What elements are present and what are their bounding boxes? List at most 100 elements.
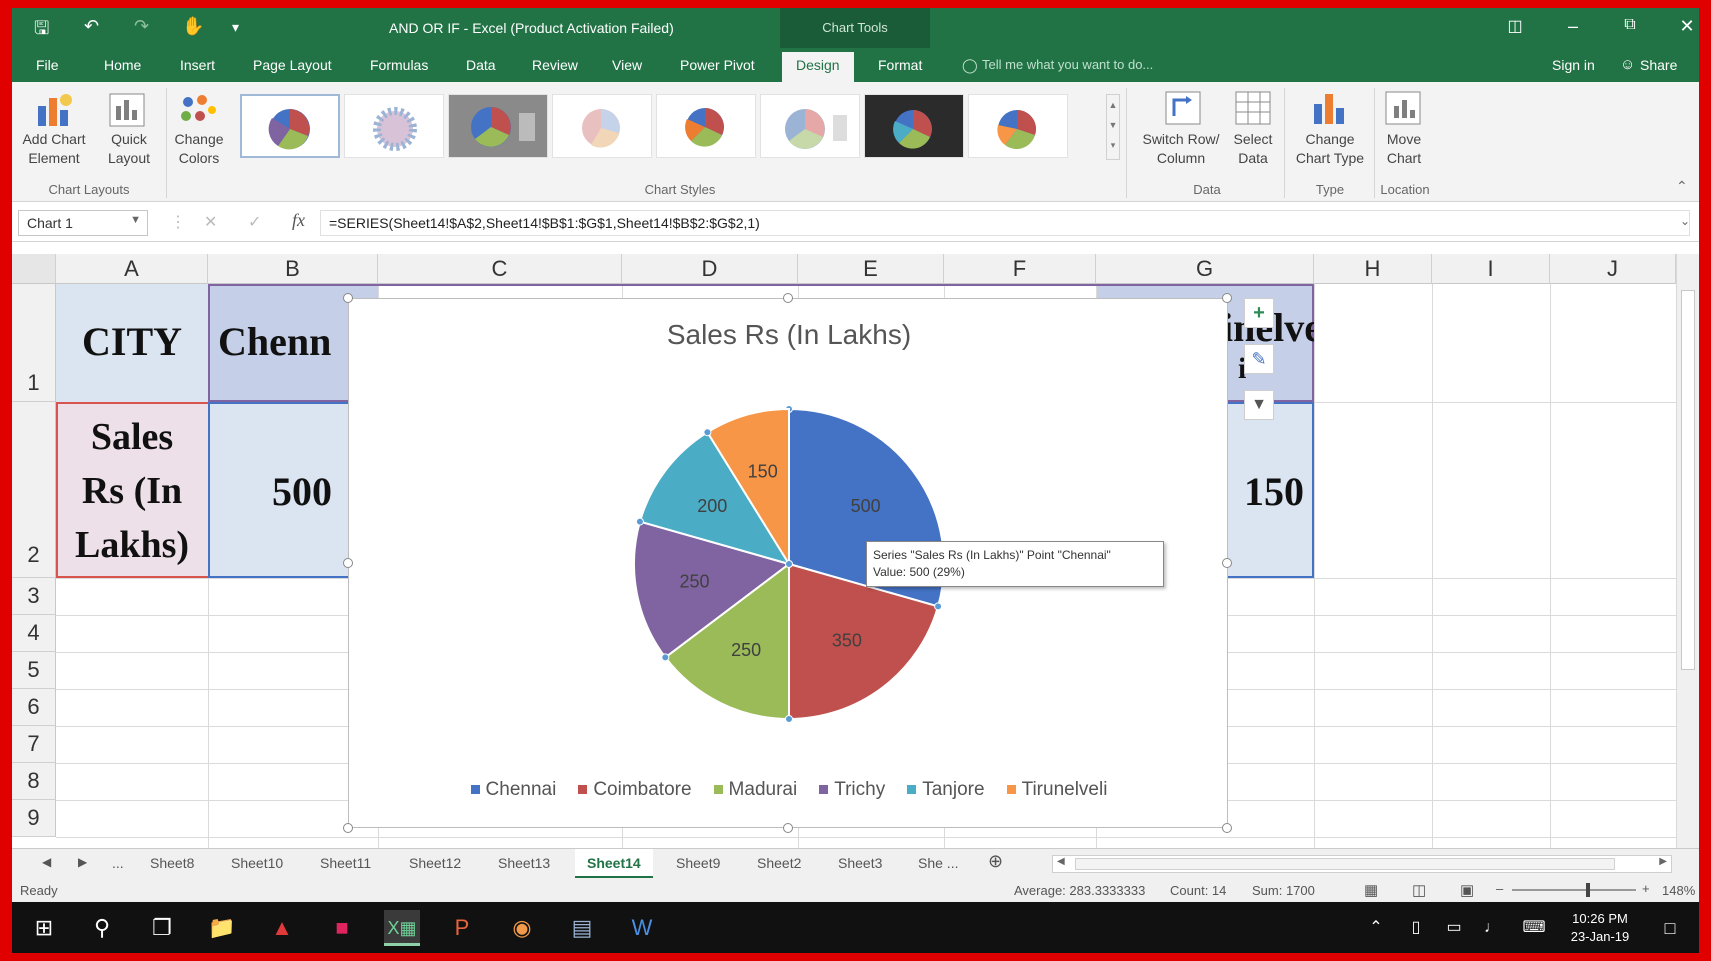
tab-format[interactable]: Format [878,57,922,73]
sheet-tab-ellipsis[interactable]: ... [112,855,124,871]
tab-view[interactable]: View [612,57,642,73]
redo-icon[interactable]: ↷ [134,16,149,37]
resize-handle[interactable] [1222,558,1232,568]
powerpoint-icon[interactable]: P [444,910,480,946]
data-label-coimbatore[interactable]: 350 [832,631,862,651]
switch-row-column-button[interactable]: Switch Row/ Column [1132,130,1230,168]
new-sheet-plus-icon[interactable]: ⊕ [988,851,1003,872]
resize-handle[interactable] [783,293,793,303]
sheet-tab-active[interactable]: Sheet14 [575,849,653,879]
search-icon[interactable]: ⚲ [84,910,120,946]
app-icon[interactable]: ■ [324,910,360,946]
sheet-tab[interactable]: Sheet10 [231,855,283,871]
row-header-1[interactable]: 1 [12,284,56,402]
cell-a2[interactable]: Sales Rs (In Lakhs) [56,410,208,572]
resize-handle[interactable] [343,558,353,568]
windows-start-icon[interactable]: ⊞ [26,910,62,946]
chart-styles-scroll[interactable]: ▲ ▼ ▾ [1106,94,1120,160]
tab-design[interactable]: Design [782,52,854,82]
chart-legend[interactable]: Chennai Coimbatore Madurai Trichy Tanjore Tir… [349,779,1229,801]
move-chart-button[interactable]: Move Chart [1376,130,1432,168]
row-header-8[interactable]: 8 [12,763,56,800]
show-hidden-icons-icon[interactable]: ⌃ [1358,910,1394,946]
vertical-scrollbar[interactable] [1676,254,1699,848]
resize-handle[interactable] [1222,823,1232,833]
column-header-g[interactable]: G [1096,254,1314,284]
change-chart-type-button[interactable]: Change Chart Type [1288,130,1372,168]
row-header-5[interactable]: 5 [12,652,56,689]
sheet-tab[interactable]: Sheet2 [757,855,801,871]
zoom-out-icon[interactable]: – [1496,881,1503,896]
collapse-ribbon-icon[interactable]: ⌃ [1676,178,1688,195]
undo-icon[interactable]: ↶ [84,16,99,37]
sheet-tab[interactable]: Sheet8 [150,855,194,871]
legend-item-tanjore[interactable]: Tanjore [907,779,985,801]
chart-style-1[interactable] [240,94,340,158]
sheet-tab[interactable]: Sheet3 [838,855,882,871]
minimize-icon[interactable]: – [1558,16,1588,37]
zoom-slider[interactable] [1512,883,1636,897]
page-break-view-icon[interactable]: ▣ [1460,881,1474,899]
chart-style-8[interactable] [968,94,1068,158]
row-header-4[interactable]: 4 [12,615,56,652]
column-header-e[interactable]: E [798,254,944,284]
tab-data[interactable]: Data [466,57,496,73]
data-label-madurai[interactable]: 250 [731,640,761,660]
select-all-corner[interactable] [12,254,56,284]
row-header-3[interactable]: 3 [12,578,56,615]
sheet-tab[interactable]: Sheet9 [676,855,720,871]
name-box[interactable]: Chart 1 ▼ [18,210,148,236]
close-icon[interactable]: ✕ [1672,16,1699,37]
column-header-j[interactable]: J [1550,254,1676,284]
row-header-2[interactable]: 2 [12,402,56,578]
resize-handle[interactable] [343,293,353,303]
save-icon[interactable]: 🖫 [34,16,49,46]
scroll-left-icon[interactable]: ◀ [42,855,51,869]
data-label-tanjore[interactable]: 200 [697,496,727,516]
scroll-left-arrow-icon[interactable]: ◀ [1057,856,1065,867]
battery-icon[interactable]: ▭ [1436,910,1472,946]
tab-review[interactable]: Review [532,57,578,73]
column-header-b[interactable]: B [208,254,378,284]
data-label-chennai[interactable]: 500 [851,496,881,516]
column-header-f[interactable]: F [944,254,1096,284]
expand-formula-icon[interactable]: ⌄ [1680,214,1690,228]
zoom-slider-thumb[interactable] [1586,883,1590,897]
tab-formulas[interactable]: Formulas [370,57,428,73]
customize-qat-icon[interactable]: ▾ [232,19,239,36]
touch-mode-icon[interactable]: ✋ [182,16,204,37]
zoom-in-icon[interactable]: + [1642,881,1650,896]
quick-layout-button[interactable]: Quick Layout [96,130,162,168]
insert-function-icon[interactable]: fx [292,210,305,231]
add-chart-element-button[interactable]: Add Chart Element [14,130,94,168]
legend-item-coimbatore[interactable]: Coimbatore [578,779,692,801]
chart-elements-plus-icon[interactable]: + [1244,298,1274,328]
row-header-6[interactable]: 6 [12,689,56,726]
column-header-a[interactable]: A [56,254,208,284]
action-center-icon[interactable]: □ [1652,910,1688,946]
legend-item-madurai[interactable]: Madurai [713,779,797,801]
tab-insert[interactable]: Insert [180,57,215,73]
chart-style-6[interactable] [760,94,860,158]
column-header-h[interactable]: H [1314,254,1432,284]
legend-item-tirunelveli[interactable]: Tirunelveli [1006,779,1107,801]
column-header-d[interactable]: D [622,254,798,284]
change-colors-button[interactable]: Change Colors [164,130,234,168]
chrome-icon[interactable]: ◉ [504,910,540,946]
chart-filters-icon[interactable]: ▼ [1244,390,1274,420]
acrobat-icon[interactable]: ▲ [264,910,300,946]
column-header-c[interactable]: C [378,254,622,284]
chart-style-5[interactable] [656,94,756,158]
restore-icon[interactable]: ⧉ [1615,16,1645,34]
tell-me-search[interactable]: Tell me what you want to do... [982,57,1153,72]
chart-style-4[interactable] [552,94,652,158]
vertical-scroll-thumb[interactable] [1681,290,1695,670]
zoom-level[interactable]: 148% [1662,883,1695,898]
enter-icon[interactable]: ✓ [248,212,261,232]
notepad-icon[interactable]: ▤ [564,910,600,946]
legend-item-chennai[interactable]: Chennai [470,779,556,801]
legend-item-trichy[interactable]: Trichy [819,779,885,801]
share-button[interactable]: Share [1640,57,1677,73]
tab-page-layout[interactable]: Page Layout [253,57,332,73]
file-explorer-icon[interactable]: 📁 [204,910,240,946]
